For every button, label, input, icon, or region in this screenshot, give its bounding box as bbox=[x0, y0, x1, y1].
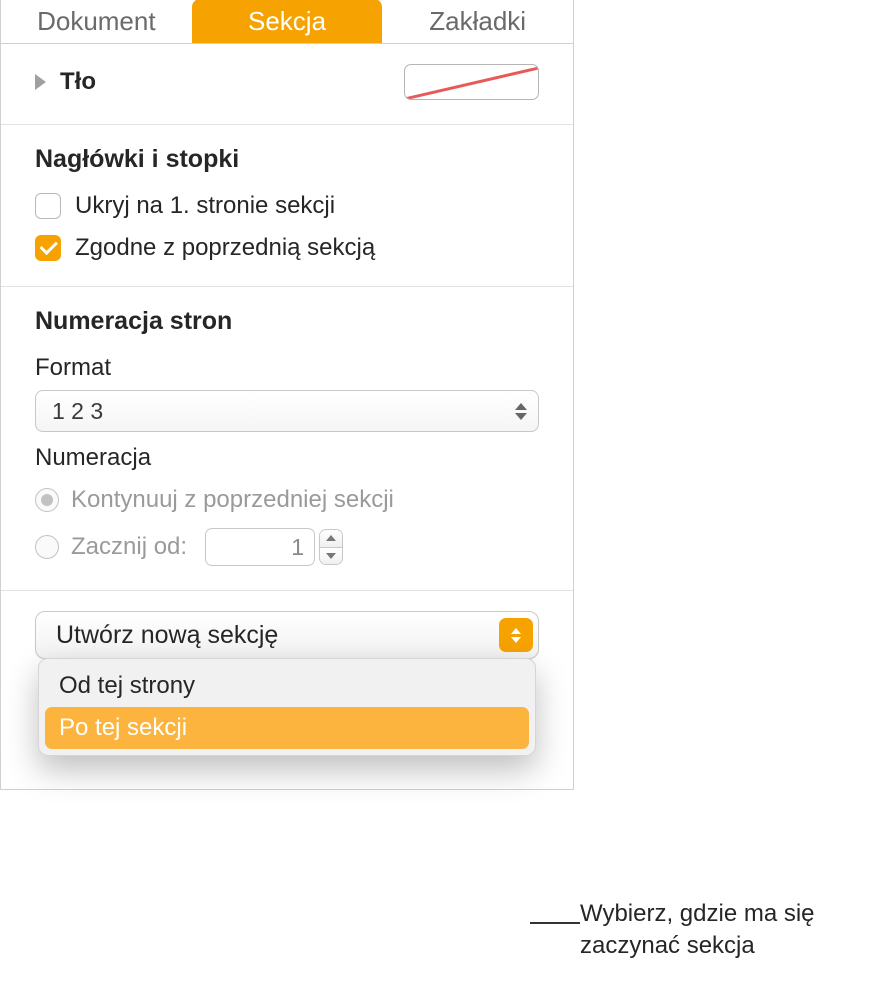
background-label: Tło bbox=[60, 68, 96, 96]
tab-bookmarks[interactable]: Zakładki bbox=[382, 0, 573, 43]
create-section-popup[interactable]: Utwórz nową sekcję Od tej strony Po tej … bbox=[35, 611, 539, 659]
page-numbers-heading: Numeracja stron bbox=[35, 307, 539, 336]
updown-arrows-icon bbox=[508, 394, 534, 428]
tab-document[interactable]: Dokument bbox=[1, 0, 192, 43]
hide-on-first-page-label: Ukryj na 1. stronie sekcji bbox=[75, 192, 335, 220]
create-section-area: Utwórz nową sekcję Od tej strony Po tej … bbox=[1, 591, 573, 789]
popup-arrows-icon bbox=[499, 618, 533, 652]
headers-footers-section: Nagłówki i stopki Ukryj na 1. stronie se… bbox=[1, 125, 573, 287]
background-color-well[interactable] bbox=[404, 64, 539, 100]
stepper-down-button[interactable] bbox=[320, 548, 342, 565]
numbering-label: Numeracja bbox=[35, 444, 539, 472]
match-previous-section-checkbox[interactable] bbox=[35, 235, 61, 261]
format-select[interactable]: 1 2 3 bbox=[35, 390, 539, 432]
headers-footers-heading: Nagłówki i stopki bbox=[35, 145, 539, 174]
start-at-radio[interactable] bbox=[35, 535, 59, 559]
start-at-stepper[interactable] bbox=[319, 529, 343, 565]
section-inspector-panel: Dokument Sekcja Zakładki Tło Nagłówki i … bbox=[0, 0, 574, 790]
create-section-dropdown: Od tej strony Po tej sekcji bbox=[38, 658, 536, 756]
callout-text: Wybierz, gdzie ma się zaczynać sekcja bbox=[580, 898, 880, 963]
continue-from-previous-radio[interactable] bbox=[35, 488, 59, 512]
hide-on-first-page-checkbox[interactable] bbox=[35, 193, 61, 219]
chevron-right-icon bbox=[35, 74, 46, 90]
start-at-input[interactable] bbox=[205, 528, 315, 566]
callout-leader-line bbox=[530, 922, 580, 924]
stepper-up-button[interactable] bbox=[320, 530, 342, 548]
continue-from-previous-label: Kontynuuj z poprzedniej sekcji bbox=[71, 486, 394, 514]
tab-bar: Dokument Sekcja Zakładki bbox=[1, 0, 573, 44]
match-previous-section-label: Zgodne z poprzednią sekcją bbox=[75, 234, 375, 262]
tab-section[interactable]: Sekcja bbox=[192, 0, 383, 43]
dropdown-option-from-page[interactable]: Od tej strony bbox=[45, 665, 529, 707]
create-section-label: Utwórz nową sekcję bbox=[56, 621, 278, 650]
dropdown-option-after-section[interactable]: Po tej sekcji bbox=[45, 707, 529, 749]
format-select-value: 1 2 3 bbox=[52, 398, 103, 425]
background-section: Tło bbox=[1, 44, 573, 125]
background-disclosure[interactable]: Tło bbox=[35, 68, 96, 96]
format-label: Format bbox=[35, 354, 539, 382]
start-at-label: Zacznij od: bbox=[71, 533, 187, 561]
page-numbers-section: Numeracja stron Format 1 2 3 Numeracja K… bbox=[1, 287, 573, 591]
